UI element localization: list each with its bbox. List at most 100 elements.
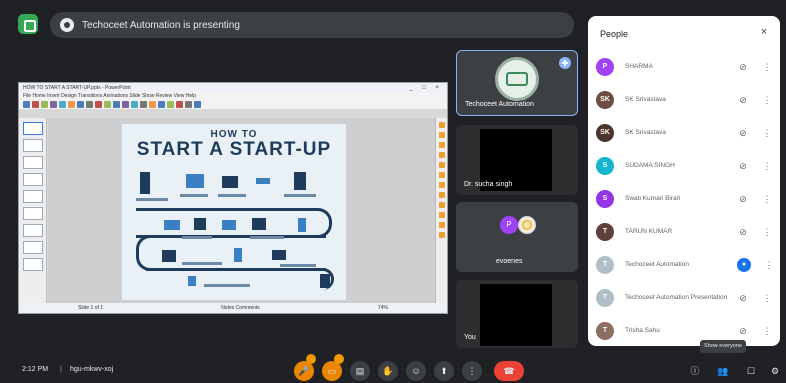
meeting-time: 2:12 PM xyxy=(22,366,49,373)
team-icon xyxy=(252,218,266,230)
status-notes: Notes Comments xyxy=(221,305,260,311)
slide-thumbnail xyxy=(22,241,43,254)
slide-thumbnail xyxy=(22,122,43,135)
camera-button[interactable]: ▭ xyxy=(322,361,342,381)
participant-row[interactable]: SK SK Srivastava ⊘ ⋮ xyxy=(596,118,776,148)
more-options-icon[interactable]: ⋮ xyxy=(761,194,773,205)
more-options-icon[interactable]: ⋮ xyxy=(761,227,773,238)
slide-caption xyxy=(250,236,284,239)
participant-row[interactable]: T Techoceet Automation Presentation ⊘ ⋮ xyxy=(596,283,776,313)
people-icon xyxy=(164,220,180,230)
more-options-icon[interactable]: ⋮ xyxy=(761,161,773,172)
avatar xyxy=(518,216,536,234)
trophy-icon xyxy=(320,274,330,288)
more-options-icon[interactable]: ⋮ xyxy=(761,326,773,337)
participant-name: evoenes xyxy=(496,258,523,265)
mic-warning-badge xyxy=(306,354,316,364)
participant-name: Techoceet Automation xyxy=(625,261,689,268)
slide-caption xyxy=(218,194,246,197)
activities-icon[interactable]: ⚙ xyxy=(768,364,782,378)
info-icon[interactable]: ⓘ xyxy=(688,364,702,378)
slide-thumbnail xyxy=(22,224,43,237)
participant-row[interactable]: T Trisha Sahu ⊘ ⋮ xyxy=(596,316,776,346)
status-slide-count: Slide 1 of 1 xyxy=(78,305,104,311)
end-call-button[interactable]: ☎ xyxy=(494,361,524,381)
mic-muted-icon[interactable]: ⊘ xyxy=(737,128,749,139)
tooltip: Show everyone xyxy=(700,340,746,353)
mic-muted-icon[interactable]: ⊘ xyxy=(737,326,749,337)
mic-muted-icon[interactable]: ⊘ xyxy=(737,62,749,73)
avatar: P xyxy=(596,58,614,76)
mic-muted-icon[interactable]: ⊘ xyxy=(737,293,749,304)
avatar: S xyxy=(596,190,614,208)
more-options-icon[interactable]: ⋮ xyxy=(761,62,773,73)
participant-tile-group[interactable]: P evoenes xyxy=(456,202,578,272)
meeting-app-icon xyxy=(18,14,38,34)
ppt-ribbon xyxy=(19,100,447,109)
participant-row[interactable]: S SUDAMA SINGH ⊘ ⋮ xyxy=(596,151,776,181)
avatar: T xyxy=(596,223,614,241)
participant-row[interactable]: T TARUN KUMAR ⊘ ⋮ xyxy=(596,217,776,247)
slide-thumbnails xyxy=(19,118,47,303)
more-options-button[interactable]: ⋮ xyxy=(462,361,482,381)
mic-muted-icon[interactable]: ⊘ xyxy=(737,227,749,238)
participant-name: Techoceet Automation xyxy=(465,101,534,108)
emoji-button[interactable]: ☺ xyxy=(406,361,426,381)
present-button[interactable]: ⬆ xyxy=(434,361,454,381)
presenting-label: Techoceet Automation is presenting xyxy=(82,19,240,31)
presenting-banner[interactable]: Techoceet Automation is presenting xyxy=(50,12,574,38)
slide-thumbnail xyxy=(22,207,43,220)
chart-icon xyxy=(222,220,236,230)
self-tile[interactable]: You xyxy=(456,280,578,348)
people-panel: People × P SHARMA ⊘ ⋮ SK SK Srivastava ⊘ ⋮ SK SK … xyxy=(588,16,780,346)
shared-screen[interactable]: HOW TO START A START-UP.pptx - PowerPoin… xyxy=(18,82,448,314)
sign-icon xyxy=(294,172,306,190)
participant-row[interactable]: SK SK Srivastava ⊘ ⋮ xyxy=(596,85,776,115)
participant-tile[interactable]: Dr. sucha singh xyxy=(456,125,578,195)
mic-muted-icon[interactable]: ⊘ xyxy=(737,161,749,172)
more-options-icon[interactable]: ⋮ xyxy=(761,128,773,139)
slide-caption xyxy=(136,198,168,201)
office-icon xyxy=(186,174,204,188)
people-icon[interactable]: 👥 xyxy=(716,364,730,378)
runner-icon xyxy=(234,248,242,262)
ppt-menu: File Home Insert Design Transitions Anim… xyxy=(19,92,447,100)
participant-row[interactable]: P SHARMA ⊘ ⋮ xyxy=(596,52,776,82)
participant-row[interactable]: S Swati Kumari Birari ⊘ ⋮ xyxy=(596,184,776,214)
more-options-icon[interactable]: ⋮ xyxy=(761,293,773,304)
participant-tile-presenter[interactable]: Techoceet Automation xyxy=(456,50,578,116)
participant-name: Dr. sucha singh xyxy=(464,181,513,188)
chat-icon[interactable]: ☐ xyxy=(744,364,758,378)
avatar: T xyxy=(596,322,614,340)
store-icon xyxy=(162,250,176,262)
top-bar: Techoceet Automation is presenting xyxy=(0,0,584,44)
ppt-window-title: HOW TO START A START-UP.pptx - PowerPoin… xyxy=(23,84,131,91)
slide-caption xyxy=(284,194,316,197)
panel-title: People xyxy=(600,29,629,39)
more-options-icon[interactable]: ⋮ xyxy=(761,95,773,106)
slide-title-line2: START A START-UP xyxy=(136,139,332,160)
participant-name: Trisha Sahu xyxy=(625,327,660,334)
close-icon[interactable]: × xyxy=(754,22,774,42)
avatar: T xyxy=(596,289,614,307)
mic-active-icon[interactable]: ● xyxy=(737,258,751,272)
slide-infographic: HOW TO START A START-UP xyxy=(121,123,347,301)
slide-thumbnail xyxy=(22,190,43,203)
user-icon xyxy=(188,276,196,286)
plane-icon xyxy=(256,178,270,184)
pin-icon[interactable] xyxy=(559,57,571,69)
ppt-side-toolbar xyxy=(435,118,447,303)
captions-button[interactable]: ▤ xyxy=(350,361,370,381)
mic-button[interactable]: 🎤 xyxy=(294,361,314,381)
status-zoom: 74% xyxy=(377,305,388,311)
raise-hand-button[interactable]: ✋ xyxy=(378,361,398,381)
participant-name: TARUN KUMAR xyxy=(625,228,673,235)
laptop-icon xyxy=(222,176,238,188)
bottom-toolbar: 2:12 PM | hgu-mkwv-xoj 🎤 ▭ ▤ ✋ ☺ ⬆ ⋮ ☎ ⓘ… xyxy=(0,352,786,383)
participant-name: SUDAMA SINGH xyxy=(625,162,675,169)
more-options-icon[interactable]: ⋮ xyxy=(763,260,775,271)
ppt-status-bar: Slide 1 of 1 Notes Comments 74% xyxy=(19,303,447,313)
mic-muted-icon[interactable]: ⊘ xyxy=(737,95,749,106)
mic-muted-icon[interactable]: ⊘ xyxy=(737,194,749,205)
participant-row[interactable]: T Techoceet Automation ● ⋮ xyxy=(596,250,776,280)
